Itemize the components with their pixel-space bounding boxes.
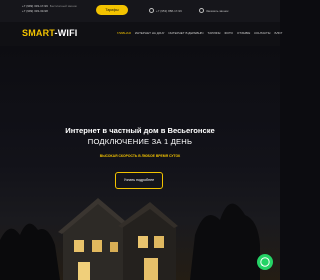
tree-silhouette-right [190,203,260,280]
nav-item-village[interactable]: ИНТЕРНЕТ В ДЕРЕВНЮ [168,31,203,35]
nav-item-dacha[interactable]: ИНТЕРНЕТ НА ДАЧУ [135,31,165,35]
whatsapp-button[interactable] [257,254,273,270]
top-bar: +7 (999) 333-17-99 Бесплатный звонок +7 (… [0,0,280,22]
phone-icon [149,8,154,13]
nav-item-blog[interactable]: БЛОГ [274,31,282,35]
logo-smart: SMART [22,28,55,38]
hero-subtitle: ПОДКЛЮЧЕНИЕ ЗА 1 ДЕНЬ [87,137,193,146]
hero-tagline: ВЫСОКАЯ СКОРОСТЬ В ЛЮБОЕ ВРЕМЯ СУТОК [99,154,181,158]
logo-wifi: -WIFI [54,28,78,38]
request-call-text: Заказать звонок [206,8,229,13]
hero-title: Интернет в частный дом в Весьегонске [65,126,215,135]
learn-more-button[interactable]: Узнать подробнее [115,172,163,189]
mail-icon [199,8,204,13]
house-illustration [58,198,178,280]
nav-menu: ГЛАВНАЯ ИНТЕРНЕТ НА ДАЧУ ИНТЕРНЕТ В ДЕРЕ… [117,31,282,35]
phone-1[interactable]: +7 (999) 333-17-99 [22,4,48,8]
nav-item-contacts[interactable]: КОНТАКТЫ [254,31,270,35]
header-phone[interactable]: +7 (953) 888-17-99 [149,8,182,13]
nav-item-tariffs[interactable]: ТАРИФЫ [208,31,221,35]
phone-2[interactable]: +7 (999) 333-33-98 [22,9,48,13]
whatsapp-icon [260,257,270,267]
tariffs-button[interactable]: Тарифы [96,5,128,15]
request-call[interactable]: Заказать звонок [199,8,228,13]
logo[interactable]: SMART-WIFI [22,28,78,38]
header-phone-text: +7 (953) 888-17-99 [156,8,182,13]
top-phones: +7 (999) 333-17-99 Бесплатный звонок +7 (… [22,4,77,14]
nav-item-reviews[interactable]: ОТЗЫВЫ [237,31,250,35]
nav-item-photo[interactable]: ФОТО [224,31,233,35]
nav-item-home[interactable]: ГЛАВНАЯ [117,31,131,35]
tree-silhouette-left [0,223,60,280]
phone-1-note: Бесплатный звонок [49,4,77,8]
main-navbar: SMART-WIFI ГЛАВНАЯ ИНТЕРНЕТ НА ДАЧУ ИНТЕ… [0,22,282,47]
